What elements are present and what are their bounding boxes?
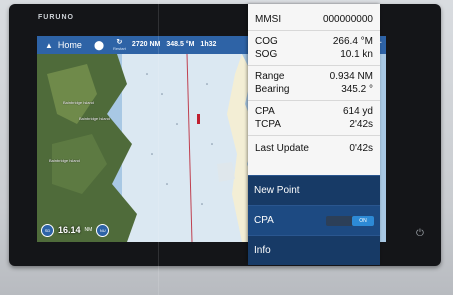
sog-label: SOG: [255, 49, 278, 60]
divider: [248, 30, 380, 31]
cpa-row: CPA 614 yd: [255, 105, 373, 118]
tcpa-value: 2'42s: [349, 119, 373, 130]
cpa-menu-item[interactable]: CPA ON: [248, 205, 380, 235]
range-button[interactable]: SD: [41, 223, 54, 237]
place-label: Bainbridge Island: [79, 116, 110, 121]
last-update-label: Last Update: [255, 143, 309, 154]
mmsi-value: 000000000: [322, 14, 373, 25]
brg-readout: 348.5 °M: [163, 41, 197, 49]
target-info-panel: MMSI 000000000 COG 266.4 °M SOG 10.1 kn …: [248, 4, 380, 265]
location-pin-icon[interactable]: ⬤: [88, 40, 110, 51]
brand-logo: FURUNO: [38, 14, 74, 21]
cpa-menu-label: CPA: [254, 215, 274, 226]
place-label: Bainbridge Island: [63, 100, 94, 105]
ttg-value: 1h32: [200, 41, 217, 48]
brg-value: 348.5 °M: [166, 41, 195, 48]
north-up-button[interactable]: NU: [96, 223, 110, 237]
home-button[interactable]: ▲ Home: [37, 36, 88, 54]
restart-label: Restart: [113, 46, 126, 51]
context-menu: New Point CPA ON Info: [248, 175, 380, 265]
info-menu-item[interactable]: Info: [248, 235, 380, 265]
range-value: 16.14: [58, 225, 81, 235]
bearing-value: 345.2 °: [341, 84, 373, 95]
place-label: Bainbridge Island: [49, 158, 80, 163]
tcpa-row: TCPA 2'42s: [255, 118, 373, 131]
new-point-menu-item[interactable]: New Point: [248, 175, 380, 205]
range-info-value: 0.934 NM: [329, 71, 373, 82]
cpa-label: CPA: [255, 106, 275, 117]
range-bar: SD 16.14 NM NU: [41, 222, 110, 238]
mmsi-row: MMSI 000000000: [255, 13, 373, 26]
range-label: Range: [255, 71, 285, 82]
new-point-label: New Point: [254, 185, 300, 196]
sog-row: SOG 10.1 kn: [255, 48, 373, 61]
range-row: Range 0.934 NM: [255, 70, 373, 83]
cog-value: 266.4 °M: [332, 36, 373, 47]
target-details: MMSI 000000000 COG 266.4 °M SOG 10.1 kn …: [248, 4, 380, 157]
divider: [248, 65, 380, 66]
restart-button[interactable]: ↻ Restart: [110, 39, 129, 51]
last-update-row: Last Update 0'42s: [255, 140, 373, 157]
tcpa-label: TCPA: [255, 119, 281, 130]
home-icon: ▲: [45, 40, 53, 50]
rng-value: 2720 NM: [131, 41, 161, 48]
bearing-row: Bearing 345.2 °: [255, 83, 373, 96]
cpa-value: 614 yd: [342, 106, 373, 117]
last-update-value: 0'42s: [349, 143, 373, 154]
home-label: Home: [57, 40, 82, 50]
power-icon[interactable]: ⏻: [416, 229, 425, 239]
range-unit: NM: [84, 227, 93, 233]
mmsi-label: MMSI: [255, 14, 282, 25]
bearing-label: Bearing: [255, 84, 290, 95]
divider: [248, 135, 380, 136]
divider: [248, 100, 380, 101]
ttg-readout: 1h32: [197, 41, 219, 49]
screen-glare: [158, 0, 159, 295]
info-label: Info: [254, 245, 271, 256]
cog-row: COG 266.4 °M: [255, 35, 373, 48]
cpa-toggle[interactable]: ON: [326, 215, 374, 226]
cog-label: COG: [255, 36, 278, 47]
sog-value: 10.1 kn: [340, 49, 373, 60]
cpa-toggle-state: ON: [352, 215, 374, 226]
